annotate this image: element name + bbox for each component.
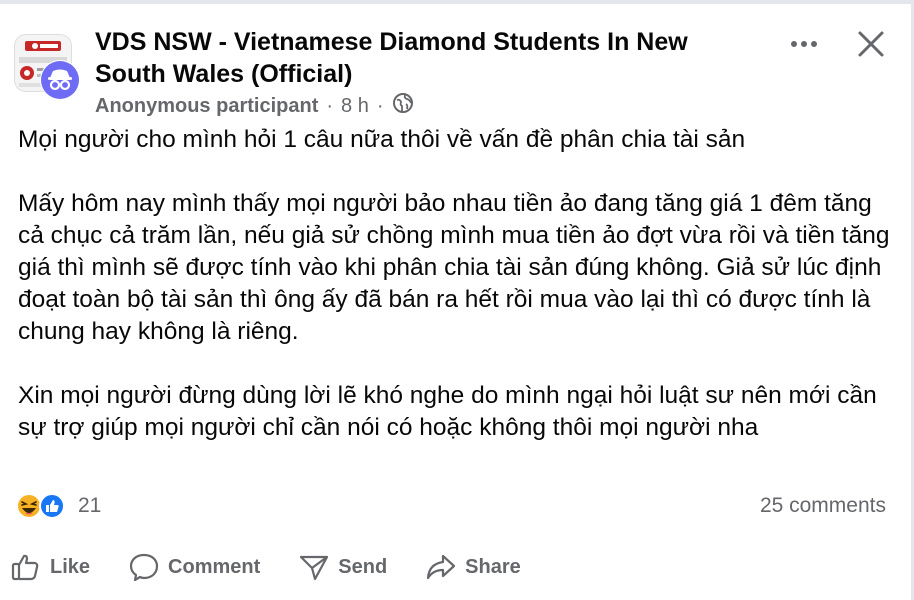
share-icon [427,554,456,580]
comment-label: Comment [168,555,261,578]
post-paragraph-2: Mấy hôm nay mình thấy mọi người bảo nhau… [18,190,890,345]
post-avatar[interactable] [14,34,80,100]
meta-separator-2: · [376,94,384,117]
send-label: Send [338,555,388,578]
send-icon [300,555,329,581]
share-button[interactable]: Share [425,551,521,583]
post-paragraph-1: Mọi người cho mình hỏi 1 câu nữa thôi về… [18,126,746,153]
author-name[interactable]: Anonymous participant [95,95,318,118]
haha-reaction-icon [16,493,42,519]
comment-button[interactable]: Comment [128,551,260,583]
comments-count[interactable]: 25 comments [760,494,886,518]
post-meta: Anonymous participant · 8 h · [95,93,414,119]
post-paragraph-3: Xin mọi người đừng dùng lời lẽ khó nghe … [18,382,877,441]
close-button[interactable] [855,28,887,60]
send-button[interactable]: Send [298,551,387,583]
thumbs-up-icon [11,554,39,581]
post-body: Mọi người cho mình hỏi 1 câu nữa thôi về… [18,124,898,476]
close-icon [858,31,884,57]
reactions-summary[interactable]: 21 [16,491,101,521]
like-button[interactable]: Like [10,551,90,583]
comment-icon [129,553,159,582]
action-bar: Like Comment Send Share [10,548,559,586]
post-time[interactable]: 8 h [341,95,369,118]
anonymous-avatar[interactable] [40,60,80,100]
meta-separator: · [326,94,334,117]
more-icon [791,41,817,47]
top-border [0,0,914,4]
like-reaction-icon [39,493,65,519]
globe-icon [392,92,414,120]
like-label: Like [50,555,91,578]
share-label: Share [465,555,521,578]
reaction-count[interactable]: 21 [78,494,101,518]
group-name[interactable]: VDS NSW - Vietnamese Diamond Students In… [95,26,755,90]
more-options-button[interactable] [788,32,822,56]
